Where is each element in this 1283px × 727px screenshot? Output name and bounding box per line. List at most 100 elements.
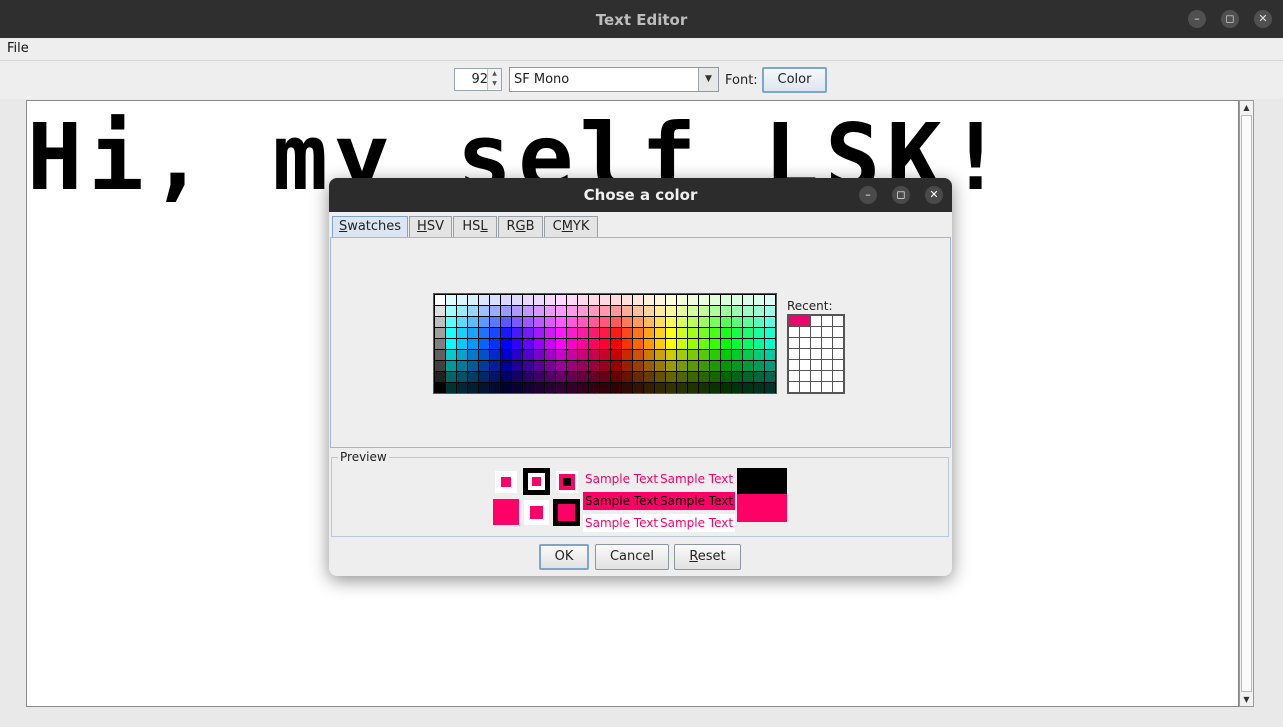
color-swatch[interactable] [589,317,599,327]
color-swatch[interactable] [446,328,456,338]
color-swatch[interactable] [600,383,610,393]
recent-swatch[interactable] [800,349,810,359]
color-swatch[interactable] [655,295,665,305]
color-swatch[interactable] [567,295,577,305]
menu-file[interactable]: File [7,41,29,56]
color-swatch[interactable] [534,317,544,327]
recent-swatch[interactable] [811,382,821,392]
color-swatch[interactable] [710,361,720,371]
color-swatch[interactable] [754,328,764,338]
chevron-down-icon[interactable]: ▼ [698,68,718,91]
color-swatch[interactable] [699,306,709,316]
color-swatch[interactable] [666,350,676,360]
color-swatch[interactable] [732,306,742,316]
color-swatch[interactable] [556,339,566,349]
color-swatch[interactable] [765,317,775,327]
color-swatch[interactable] [743,339,753,349]
color-swatch[interactable] [633,350,643,360]
color-swatch[interactable] [501,317,511,327]
recent-swatch[interactable] [822,360,832,370]
color-swatch[interactable] [622,317,632,327]
color-swatch[interactable] [457,339,467,349]
color-swatch[interactable] [589,383,599,393]
color-swatch[interactable] [699,317,709,327]
color-swatch[interactable] [490,328,500,338]
color-swatch[interactable] [677,317,687,327]
recent-swatch[interactable] [833,327,843,337]
color-swatch[interactable] [721,339,731,349]
color-swatch[interactable] [710,383,720,393]
color-swatch[interactable] [721,383,731,393]
color-swatch[interactable] [611,383,621,393]
maximize-button[interactable]: ◻ [1221,10,1239,28]
color-swatch[interactable] [754,361,764,371]
color-swatch[interactable] [523,339,533,349]
color-swatch[interactable] [446,372,456,382]
recent-swatch[interactable] [822,327,832,337]
color-swatch[interactable] [622,328,632,338]
color-swatch[interactable] [512,361,522,371]
color-swatch[interactable] [710,350,720,360]
color-swatch[interactable] [479,372,489,382]
color-swatch[interactable] [655,361,665,371]
color-swatch[interactable] [677,361,687,371]
color-swatch[interactable] [468,306,478,316]
color-swatch[interactable] [446,350,456,360]
color-swatch[interactable] [479,328,489,338]
recent-swatch[interactable] [789,360,799,370]
color-swatch[interactable] [534,306,544,316]
color-swatch[interactable] [611,372,621,382]
color-swatch[interactable] [644,372,654,382]
color-swatch[interactable] [446,295,456,305]
color-swatch[interactable] [589,372,599,382]
color-swatch[interactable] [589,306,599,316]
recent-swatch[interactable] [800,327,810,337]
color-swatch[interactable] [754,372,764,382]
color-swatch[interactable] [523,350,533,360]
color-swatch[interactable] [435,361,445,371]
color-swatch[interactable] [446,317,456,327]
vertical-scrollbar[interactable]: ▲ ▼ [1239,100,1254,707]
color-swatch[interactable] [435,383,445,393]
recent-swatch[interactable] [789,371,799,381]
recent-swatch[interactable] [811,338,821,348]
recent-swatch[interactable] [800,371,810,381]
color-swatch[interactable] [501,383,511,393]
color-swatch[interactable] [501,339,511,349]
color-swatch[interactable] [435,339,445,349]
color-swatch[interactable] [732,295,742,305]
color-swatch[interactable] [600,339,610,349]
color-swatch[interactable] [721,295,731,305]
color-swatch[interactable] [446,306,456,316]
color-swatch[interactable] [688,306,698,316]
color-swatch[interactable] [479,306,489,316]
color-swatch[interactable] [688,339,698,349]
color-swatch[interactable] [435,306,445,316]
color-swatch[interactable] [512,295,522,305]
color-swatch[interactable] [611,350,621,360]
color-swatch[interactable] [523,317,533,327]
color-swatch[interactable] [468,295,478,305]
color-swatch[interactable] [479,317,489,327]
color-swatch[interactable] [600,306,610,316]
color-swatch[interactable] [457,372,467,382]
color-swatch[interactable] [578,306,588,316]
recent-swatch[interactable] [789,382,799,392]
color-swatch[interactable] [644,328,654,338]
color-swatch[interactable] [578,339,588,349]
color-swatch[interactable] [523,328,533,338]
color-swatch[interactable] [688,361,698,371]
color-swatch[interactable] [512,328,522,338]
color-swatch[interactable] [468,383,478,393]
color-swatch[interactable] [556,306,566,316]
color-swatch[interactable] [633,328,643,338]
color-swatch[interactable] [457,317,467,327]
color-swatch[interactable] [644,361,654,371]
font-size-spinner[interactable]: 92 ▲ ▼ [454,68,502,91]
color-swatch[interactable] [567,328,577,338]
tab-cmyk[interactable]: CMYK [544,216,598,237]
color-swatch[interactable] [633,383,643,393]
color-swatch[interactable] [655,339,665,349]
color-swatch[interactable] [600,317,610,327]
color-swatch[interactable] [743,372,753,382]
